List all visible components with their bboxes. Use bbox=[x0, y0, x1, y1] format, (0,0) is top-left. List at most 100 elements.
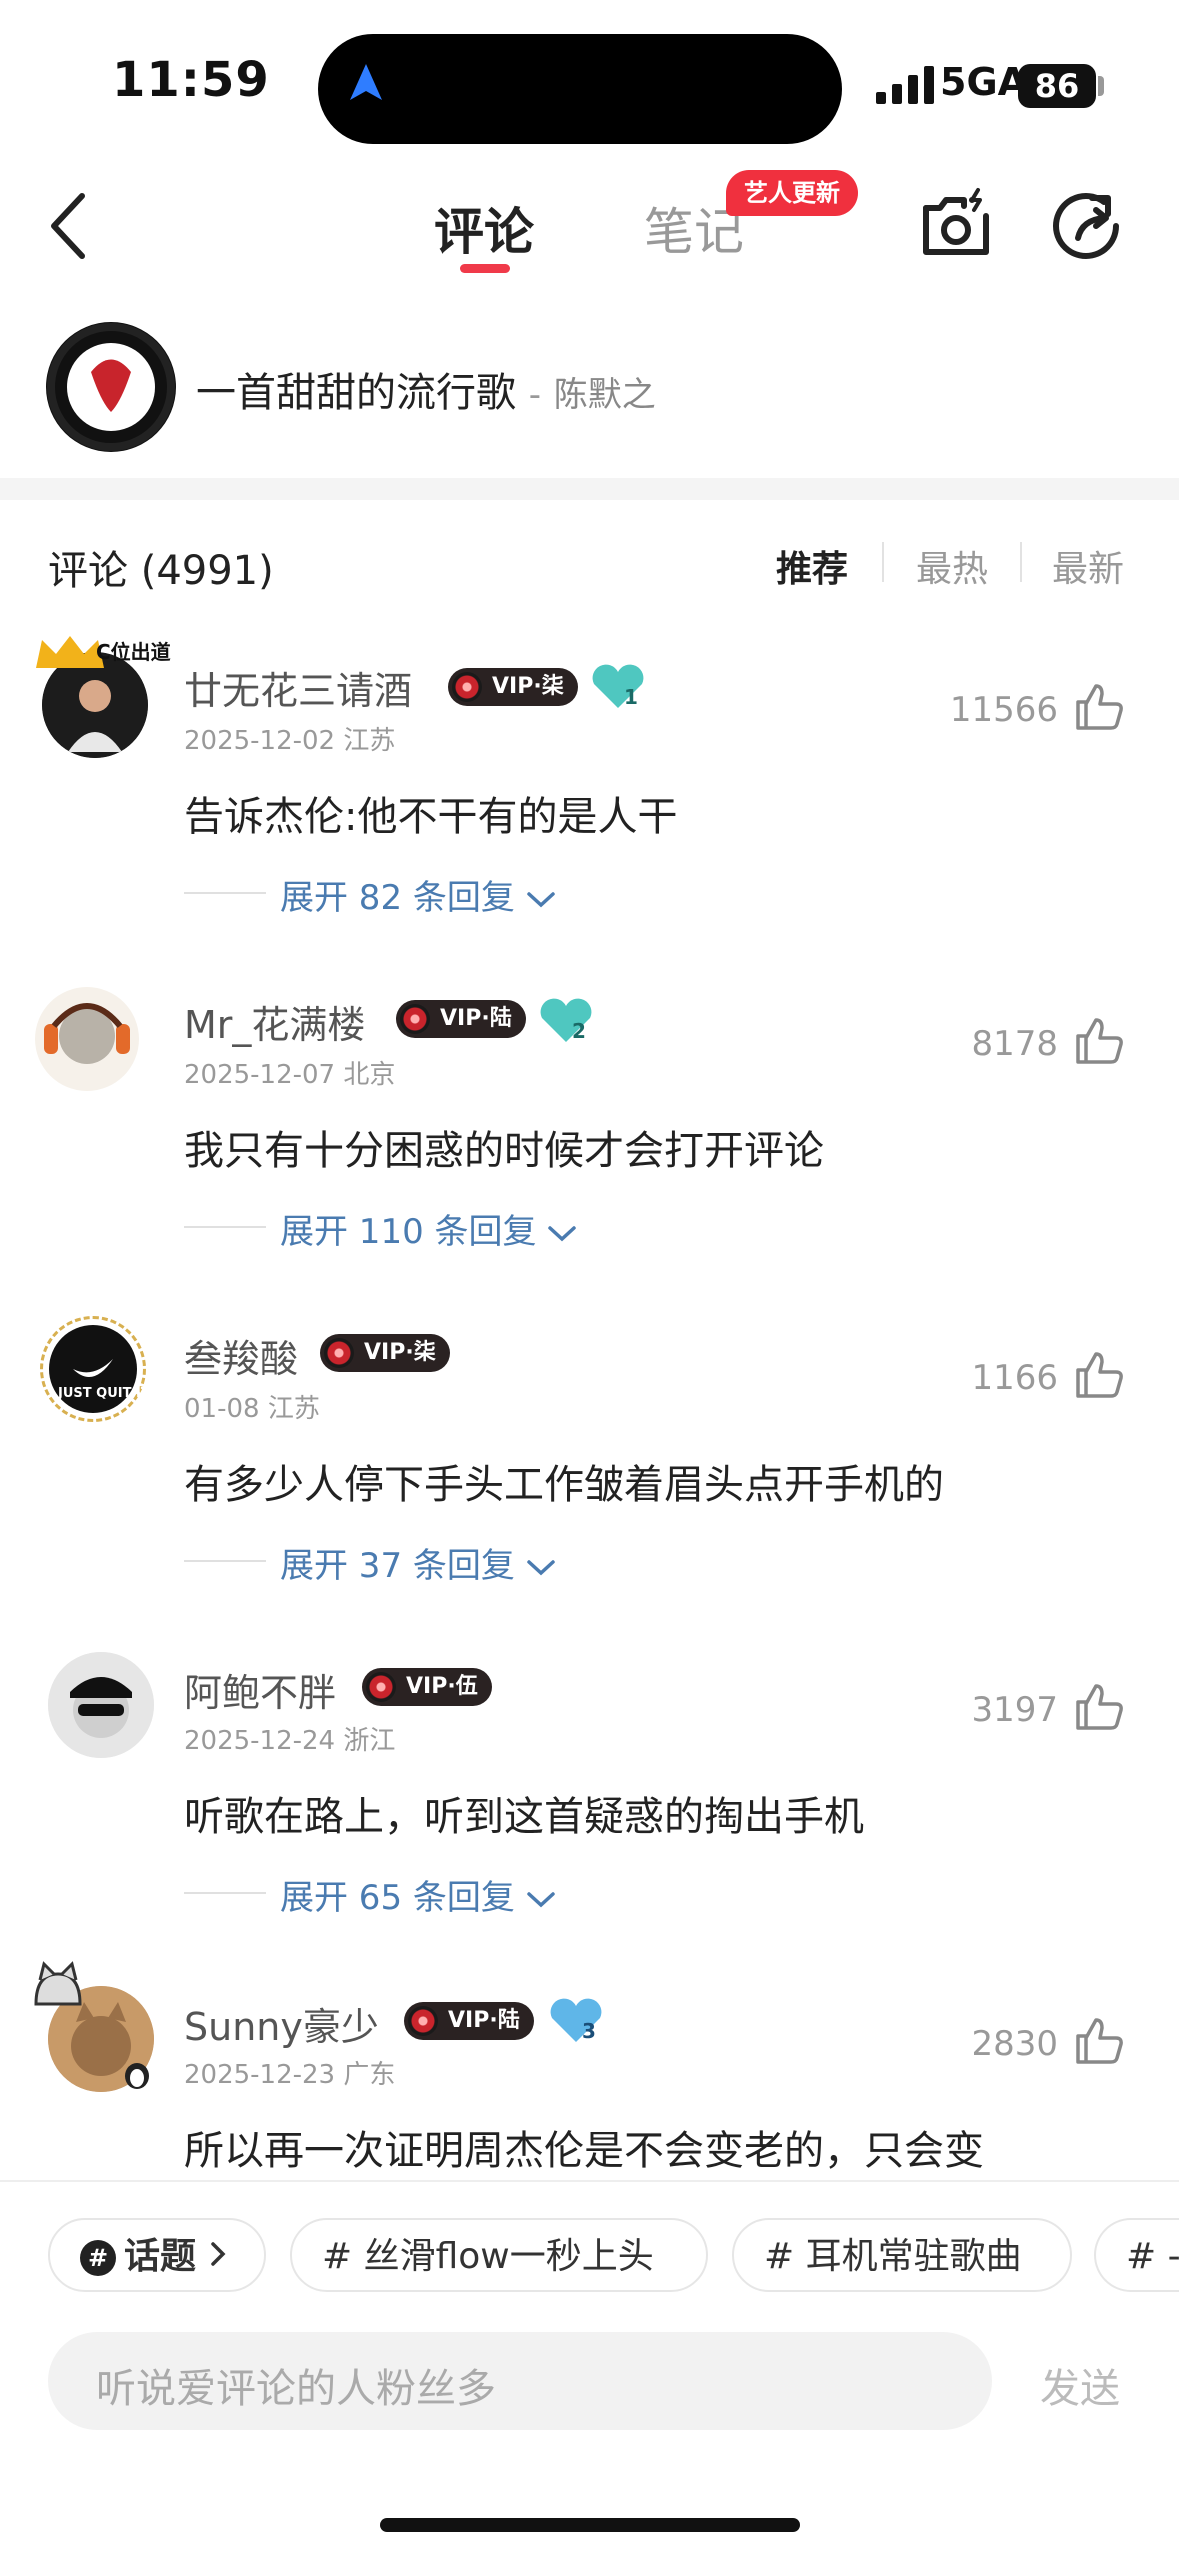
hashtag-icon: # bbox=[80, 2240, 116, 2276]
hashtag-chip[interactable]: # 丝滑flow一秒上头 bbox=[290, 2218, 708, 2292]
replies-divider bbox=[184, 1560, 266, 1562]
tab-comments[interactable]: 评论 bbox=[434, 192, 534, 264]
user-avatar-icon bbox=[35, 987, 139, 1091]
sort-divider bbox=[882, 542, 884, 582]
hashtag-chip[interactable]: # - bbox=[1094, 2218, 1179, 2292]
like-count: 3197 bbox=[971, 1690, 1058, 1730]
sort-new[interactable]: 最新 bbox=[1052, 540, 1124, 592]
comment-meta: 2025-12-23 广东 bbox=[184, 2060, 396, 2090]
vip-badge: VIP·柒 bbox=[320, 1334, 450, 1372]
comment-text: 所以再一次证明周杰伦是不会变老的，只会变 bbox=[184, 2128, 984, 2174]
avatar[interactable] bbox=[40, 1316, 146, 1422]
penguin-sticker-icon bbox=[125, 2063, 149, 2089]
expand-replies-label: 展开 37 条回复 bbox=[280, 1546, 515, 1586]
sort-divider bbox=[1020, 542, 1022, 582]
album-art-icon bbox=[47, 323, 175, 451]
avatar[interactable] bbox=[34, 986, 140, 1092]
avatar[interactable] bbox=[48, 1652, 154, 1758]
expand-replies-label: 展开 65 条回复 bbox=[280, 1878, 515, 1918]
fan-level-heart-icon: 2 bbox=[540, 998, 592, 1043]
share-icon[interactable] bbox=[1048, 186, 1128, 266]
thumbs-up-icon[interactable] bbox=[1072, 680, 1126, 734]
like-count: 2830 bbox=[971, 2024, 1058, 2064]
home-indicator bbox=[380, 2518, 800, 2532]
comment-username[interactable]: 阿鲍不胖 bbox=[184, 1662, 336, 1717]
avatar-frame-label: C位出道 bbox=[96, 640, 171, 664]
chevron-down-icon bbox=[526, 892, 555, 908]
avatar-frame-label: JUST QUIT IT. bbox=[58, 1386, 153, 1401]
vip-label: VIP·伍 bbox=[406, 1674, 478, 1699]
comment-username[interactable]: Sunny豪少 bbox=[184, 1996, 379, 2051]
comment-username[interactable]: 叁羧酸 bbox=[184, 1328, 298, 1383]
fan-level-heart-icon: 3 bbox=[550, 1998, 602, 2043]
heart-level: 1 bbox=[624, 685, 638, 709]
expand-replies-button[interactable]: 展开 65 条回复 bbox=[280, 1870, 556, 1919]
like-count: 1166 bbox=[971, 1358, 1058, 1398]
comment-meta: 2025-12-02 江苏 bbox=[184, 726, 396, 756]
song-info[interactable]: 一首甜甜的流行歌 - 陈默之 bbox=[196, 360, 656, 418]
vip-badge: VIP·陆 bbox=[396, 1000, 526, 1038]
chevron-down-icon bbox=[526, 1560, 555, 1576]
section-divider bbox=[0, 478, 1179, 500]
status-time: 11:59 bbox=[112, 52, 270, 108]
vip-label: VIP·陆 bbox=[448, 2008, 520, 2033]
comment-username[interactable]: 廿无花三请酒 bbox=[184, 660, 412, 715]
expand-replies-button[interactable]: 展开 110 条回复 bbox=[280, 1204, 577, 1253]
vinyl-icon bbox=[366, 1672, 396, 1702]
artist-update-badge: 艺人更新 bbox=[726, 170, 858, 216]
comment-username[interactable]: Mr_花满楼 bbox=[184, 994, 365, 1049]
vip-badge: VIP·柒 bbox=[448, 668, 578, 706]
cellular-signal-icon bbox=[876, 66, 934, 104]
like-count: 8178 bbox=[971, 1024, 1058, 1064]
comment-meta: 2025-12-24 浙江 bbox=[184, 1726, 396, 1756]
dynamic-island bbox=[318, 34, 842, 144]
comment-text: 听歌在路上，听到这首疑惑的掏出手机 bbox=[184, 1794, 864, 1840]
expand-replies-label: 展开 82 条回复 bbox=[280, 878, 515, 918]
hashtag-chip[interactable]: # 耳机常驻歌曲 bbox=[732, 2218, 1072, 2292]
song-cover-disc[interactable] bbox=[46, 322, 176, 452]
network-type: 5GA bbox=[940, 60, 1028, 104]
send-button[interactable]: 发送 bbox=[1040, 2356, 1120, 2414]
battery-cap bbox=[1098, 76, 1104, 96]
replies-divider bbox=[184, 1226, 266, 1228]
replies-divider bbox=[184, 892, 266, 894]
vip-badge: VIP·陆 bbox=[404, 2002, 534, 2040]
battery-icon: 86 bbox=[1018, 64, 1096, 108]
thumbs-up-icon[interactable] bbox=[1072, 1014, 1126, 1068]
comments-count-title: 评论 (4991) bbox=[48, 548, 274, 594]
heart-level: 3 bbox=[582, 2019, 596, 2043]
sort-recommended[interactable]: 推荐 bbox=[776, 540, 848, 592]
expand-replies-label: 展开 110 条回复 bbox=[280, 1212, 537, 1252]
vinyl-icon bbox=[408, 2006, 438, 2036]
user-avatar-icon bbox=[49, 1325, 137, 1413]
heart-level: 2 bbox=[572, 1019, 586, 1043]
thumbs-up-icon[interactable] bbox=[1072, 2014, 1126, 2068]
cat-sticker-icon bbox=[34, 1961, 82, 2006]
sort-hot[interactable]: 最热 bbox=[916, 540, 988, 592]
vip-label: VIP·陆 bbox=[440, 1006, 512, 1031]
vinyl-icon bbox=[400, 1004, 430, 1034]
vinyl-icon bbox=[324, 1338, 354, 1368]
expand-replies-button[interactable]: 展开 82 条回复 bbox=[280, 870, 556, 919]
vip-label: VIP·柒 bbox=[492, 674, 564, 699]
song-title: 一首甜甜的流行歌 bbox=[196, 370, 516, 416]
chevron-right-icon bbox=[211, 2242, 226, 2266]
like-count: 11566 bbox=[949, 690, 1058, 730]
comment-input-placeholder: 听说爱评论的人粉丝多 bbox=[96, 2366, 496, 2412]
back-arrow-icon[interactable] bbox=[44, 190, 94, 262]
camera-icon[interactable] bbox=[918, 186, 994, 262]
vinyl-icon bbox=[452, 672, 482, 702]
user-avatar-icon bbox=[48, 1652, 154, 1758]
song-artist: 陈默之 bbox=[553, 375, 656, 415]
comment-text: 告诉杰伦:他不干有的是人干 bbox=[184, 794, 678, 840]
thumbs-up-icon[interactable] bbox=[1072, 1680, 1126, 1734]
vip-label: VIP·柒 bbox=[364, 1340, 436, 1365]
topic-chip-label: 话题 bbox=[124, 2236, 197, 2277]
fan-level-heart-icon: 1 bbox=[592, 664, 644, 709]
replies-divider bbox=[184, 1892, 266, 1894]
thumbs-up-icon[interactable] bbox=[1072, 1348, 1126, 1402]
expand-replies-button[interactable]: 展开 37 条回复 bbox=[280, 1538, 556, 1587]
comment-meta: 2025-12-07 北京 bbox=[184, 1060, 396, 1090]
topic-chip[interactable]: # 话题 bbox=[48, 2218, 266, 2292]
chevron-down-icon bbox=[548, 1226, 577, 1242]
